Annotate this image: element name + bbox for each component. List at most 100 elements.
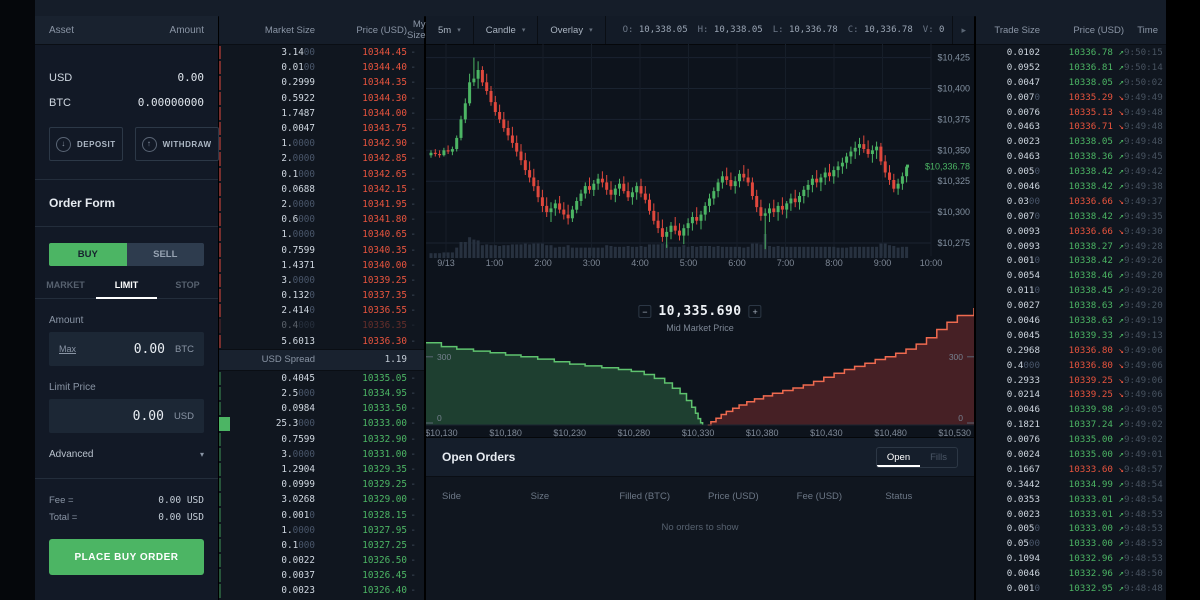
amount-value: 0.00	[76, 342, 165, 357]
chevron-down-icon: ▾	[457, 26, 461, 34]
order-book-row[interactable]: 3.000010331.00-	[219, 447, 424, 462]
depth-chart[interactable]: 30030000$10,130$10,180$10,230$10,280$10,…	[426, 274, 974, 437]
order-book-row[interactable]: 2.414010336.55-	[219, 303, 424, 318]
deposit-button[interactable]: ↓ DEPOSIT	[49, 127, 123, 161]
spread-label: USD Spread	[219, 354, 315, 365]
svg-text:$10,400: $10,400	[937, 84, 970, 94]
tab-market[interactable]: MARKET	[35, 280, 96, 298]
bids-list: 0.404510335.05-2.500010334.95-0.09841033…	[219, 371, 424, 599]
depth-bar	[219, 554, 221, 567]
order-book-row[interactable]: 0.099910329.25-	[219, 477, 424, 492]
order-book-row[interactable]: 2.000010342.85-	[219, 151, 424, 166]
order-book-header: Market Size Price (USD) My Size	[219, 16, 424, 45]
order-book-row[interactable]: 1.000010327.95-	[219, 523, 424, 538]
order-book-row[interactable]: 0.001010328.15-	[219, 507, 424, 522]
tab-open[interactable]: Open	[877, 448, 920, 467]
svg-text:$10,530: $10,530	[938, 428, 971, 437]
buy-tab[interactable]: BUY	[49, 243, 127, 266]
depth-bar	[219, 508, 221, 521]
withdraw-button[interactable]: ↑ WITHDRAW	[135, 127, 219, 161]
overlay-dropdown[interactable]: Overlay ▾	[538, 16, 605, 44]
order-book-row[interactable]: 3.140010344.45-	[219, 45, 424, 60]
depth-bar	[219, 107, 221, 120]
depth-bar	[219, 122, 221, 135]
order-book-row[interactable]: 0.010010344.40-	[219, 60, 424, 75]
ohlc-item: V: 0	[923, 25, 945, 35]
order-book-row[interactable]: 1.000010340.65-	[219, 227, 424, 242]
order-book-row[interactable]: 0.592210344.30-	[219, 91, 424, 106]
order-book-row[interactable]: 0.759910332.90-	[219, 432, 424, 447]
svg-text:$10,430: $10,430	[810, 428, 843, 437]
order-book-row[interactable]: 0.004710343.75-	[219, 121, 424, 136]
svg-text:$10,180: $10,180	[489, 428, 522, 437]
trade-row: 0.001010332.95 ↗9:48:48	[976, 581, 1166, 596]
limit-price-input[interactable]: 0.00 USD	[49, 399, 204, 433]
trade-row: 0.182110337.24 ↗9:49:02	[976, 417, 1166, 432]
scroll-right-icon[interactable]: ▸	[952, 16, 974, 44]
trade-row: 0.004610332.96 ↗9:48:50	[976, 566, 1166, 581]
order-book-row[interactable]: 0.068810342.15-	[219, 182, 424, 197]
depth-bar	[219, 259, 221, 272]
svg-text:$10,380: $10,380	[746, 428, 779, 437]
depth-bar	[219, 168, 221, 181]
order-book-row[interactable]: 3.026810329.00-	[219, 492, 424, 507]
sell-tab[interactable]: SELL	[127, 243, 205, 266]
order-book-row[interactable]: 1.437110340.00-	[219, 258, 424, 273]
zoom-out-button[interactable]: −	[638, 305, 651, 318]
currency-label: USD	[49, 72, 72, 84]
order-book-row[interactable]: 1.000010342.90-	[219, 136, 424, 151]
max-link[interactable]: Max	[59, 344, 76, 354]
trade-history-header: Trade Size Price (USD) Time	[976, 16, 1166, 45]
order-book-row[interactable]: 0.299910344.35-	[219, 75, 424, 90]
chevron-down-icon: ▾	[589, 26, 593, 34]
order-book-row[interactable]: 1.290410329.35-	[219, 462, 424, 477]
right-edge	[1166, 0, 1200, 600]
order-book-row[interactable]: 0.600010341.80-	[219, 212, 424, 227]
amount-input[interactable]: Max 0.00 BTC	[49, 332, 204, 366]
order-book-row[interactable]: 5.601310336.30-	[219, 334, 424, 349]
tab-limit[interactable]: LIMIT	[96, 280, 157, 299]
svg-text:$10,130: $10,130	[426, 428, 458, 437]
order-book-row[interactable]: 0.759910340.35-	[219, 242, 424, 257]
wallet-header: Asset Amount	[35, 16, 218, 45]
chart-type-dropdown[interactable]: Candle ▾	[474, 16, 539, 44]
order-book-row[interactable]: 0.003710326.45-	[219, 568, 424, 583]
order-book-row[interactable]: 0.002310326.40-	[219, 583, 424, 598]
order-book-row[interactable]: 2.500010334.95-	[219, 386, 424, 401]
order-book-panel: Market Size Price (USD) My Size 3.140010…	[219, 16, 424, 600]
trade-list: 0.010210336.78 ↗9:50:150.095210336.81 ↗9…	[976, 45, 1166, 596]
svg-text:$10,275: $10,275	[937, 238, 970, 248]
candlestick-chart[interactable]: $10,425$10,400$10,375$10,350$10,325$10,3…	[426, 44, 974, 258]
order-book-row[interactable]: 0.132010337.35-	[219, 288, 424, 303]
order-book-row[interactable]: 0.098410333.50-	[219, 401, 424, 416]
order-book-row[interactable]: 0.100010327.25-	[219, 538, 424, 553]
trade-row: 0.004610339.98 ↗9:49:05	[976, 402, 1166, 417]
advanced-toggle[interactable]: Advanced ▾	[49, 449, 204, 460]
order-book-row[interactable]: 0.400010336.35-	[219, 318, 424, 333]
open-orders-columns: SideSizeFilled (BTC)Price (USD)Fee (USD)…	[426, 477, 974, 502]
depth-bar	[219, 137, 221, 150]
trade-price-header: Price (USD)	[1040, 25, 1124, 36]
place-buy-order-button[interactable]: PLACE BUY ORDER	[49, 539, 204, 575]
tab-fills[interactable]: Fills	[920, 448, 957, 467]
order-book-row[interactable]: 0.002210326.50-	[219, 553, 424, 568]
zoom-in-button[interactable]: +	[749, 305, 762, 318]
tab-stop[interactable]: STOP	[157, 280, 218, 298]
trade-row: 0.005410338.46 ↗9:49:20	[976, 268, 1166, 283]
advanced-label: Advanced	[49, 449, 93, 460]
open-orders-col: Status	[885, 491, 974, 502]
order-book-row[interactable]: 1.748710344.00-	[219, 106, 424, 121]
order-book-row[interactable]: 0.404510335.05-	[219, 371, 424, 386]
open-orders-title: Open Orders	[442, 450, 515, 464]
order-book-row[interactable]: 0.100010342.65-	[219, 167, 424, 182]
trade-row: 0.002310333.01 ↗9:48:53	[976, 507, 1166, 522]
timeframe-dropdown[interactable]: 5m ▾	[426, 16, 474, 44]
trade-row: 0.344210334.99 ↗9:48:54	[976, 477, 1166, 492]
trade-row: 0.004510339.33 ↗9:49:13	[976, 328, 1166, 343]
trade-row: 0.007010338.42 ↗9:49:35	[976, 209, 1166, 224]
order-book-row[interactable]: 2.000010341.95-	[219, 197, 424, 212]
limit-price-value: 0.00	[59, 409, 164, 424]
svg-text:$10,375: $10,375	[937, 114, 970, 124]
order-book-row[interactable]: 3.000010339.25-	[219, 273, 424, 288]
order-book-row[interactable]: 25.300010333.00-	[219, 416, 424, 431]
